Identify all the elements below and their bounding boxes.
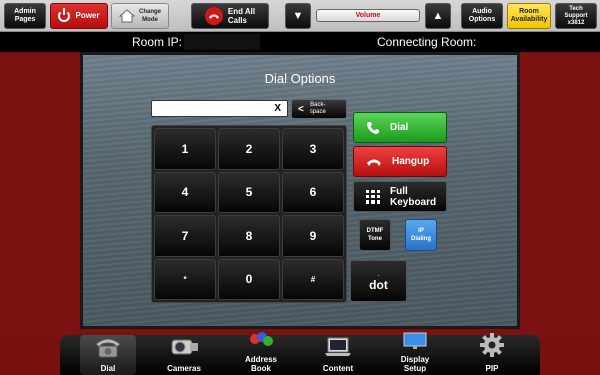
dot-key-symbol: . (377, 270, 380, 278)
room-ip-value (184, 34, 260, 50)
key-star[interactable]: * (154, 258, 216, 300)
dot-key-label: dot (369, 277, 388, 292)
dtmf-tone-button[interactable]: DTMF Tone (359, 219, 391, 251)
phone-icon (367, 121, 379, 134)
nav-dial-label: Dial (100, 364, 116, 373)
status-bar: Room IP: Connecting Room: (0, 32, 600, 52)
volume-slider[interactable]: Volume (316, 9, 420, 22)
key-5[interactable]: 5 (218, 171, 280, 213)
volume-up-button[interactable]: ▲ (425, 3, 451, 29)
nav-address-book[interactable]: Address Book (232, 332, 290, 375)
power-icon (58, 8, 71, 22)
volume-label: Volume (355, 12, 381, 19)
ip-dialing-button[interactable]: IP Dialing (405, 219, 437, 251)
admin-pages-button[interactable]: Admin Pages (4, 3, 46, 29)
camera-icon (171, 339, 198, 355)
nav-content-label: Content (322, 364, 354, 373)
dial-button[interactable]: Dial (353, 112, 447, 143)
key-9[interactable]: 9 (282, 215, 344, 257)
dial-number-input[interactable]: X (151, 100, 288, 117)
power-button[interactable]: Power (50, 3, 108, 29)
nav-display-setup[interactable]: Display Setup (386, 332, 444, 375)
tech-support-button[interactable]: Tech Support x3812 (555, 3, 597, 29)
nav-pip-label: PIP (485, 364, 499, 373)
key-0[interactable]: 0 (218, 258, 280, 300)
bottom-nav: Dial Cameras Address Book Content Displa… (60, 332, 540, 375)
dial-options-panel: Dial Options X < Back- space 1 2 3 4 5 6… (80, 52, 520, 329)
hangup-icon (367, 159, 381, 166)
triangle-down-icon: ▼ (292, 10, 304, 22)
room-availability-label: Room Availability (510, 8, 548, 23)
nav-cameras-label: Cameras (167, 364, 201, 373)
volume-down-button[interactable]: ▼ (285, 3, 311, 29)
full-keyboard-label: Full Keyboard (390, 185, 437, 208)
nav-cameras[interactable]: Cameras (154, 335, 214, 375)
nav-address-book-label: Address Book (244, 355, 277, 373)
key-8[interactable]: 8 (218, 215, 280, 257)
hangup-label: Hangup (392, 156, 430, 167)
admin-pages-label: Admin Pages (14, 8, 36, 23)
audio-options-label: Audio Options (468, 8, 496, 23)
tech-support-label: Tech Support x3812 (564, 5, 588, 26)
house-icon (118, 9, 135, 23)
room-availability-button[interactable]: Room Availability (507, 3, 551, 29)
right-margin (520, 52, 600, 337)
keypad-grid-icon (366, 189, 380, 204)
backspace-label: Back- space (309, 102, 326, 115)
end-all-calls-label: End All Calls (227, 7, 256, 25)
keypad: 1 2 3 4 5 6 7 8 9 * 0 # (151, 125, 347, 303)
gear-icon (480, 333, 504, 357)
contacts-icon (250, 332, 273, 346)
key-hash[interactable]: # (282, 258, 344, 300)
backspace-button[interactable]: < Back- space (291, 99, 347, 119)
telephone-icon (95, 338, 121, 358)
key-1[interactable]: 1 (154, 128, 216, 170)
power-label: Power (75, 11, 100, 20)
top-toolbar: Admin Pages Power Change Mode End All Ca… (0, 0, 600, 32)
nav-dial[interactable]: Dial (80, 335, 136, 375)
connecting-room-label: Connecting Room: (377, 35, 477, 49)
key-3[interactable]: 3 (282, 128, 344, 170)
ip-dialing-label: IP Dialing (410, 228, 431, 242)
chevron-left-icon: < (298, 103, 304, 115)
monitor-icon (403, 332, 427, 349)
change-mode-label: Change Mode (138, 9, 161, 23)
triangle-up-icon: ▲ (432, 10, 444, 22)
dial-label: Dial (390, 122, 409, 133)
hangup-phone-icon (204, 7, 223, 25)
laptop-icon (325, 337, 351, 356)
key-4[interactable]: 4 (154, 171, 216, 213)
room-ip-label: Room IP: (132, 35, 183, 49)
key-6[interactable]: 6 (282, 171, 344, 213)
nav-display-setup-label: Display Setup (400, 355, 430, 373)
left-margin (0, 52, 80, 337)
panel-title: Dial Options (264, 71, 336, 86)
key-2[interactable]: 2 (218, 128, 280, 170)
dtmf-tone-label: DTMF Tone (366, 228, 384, 242)
audio-options-button[interactable]: Audio Options (461, 3, 503, 29)
dot-key[interactable]: . dot (350, 260, 407, 302)
change-mode-button[interactable]: Change Mode (111, 3, 169, 29)
end-all-calls-button[interactable]: End All Calls (191, 3, 269, 29)
key-7[interactable]: 7 (154, 215, 216, 257)
nav-pip[interactable]: PIP (466, 333, 518, 375)
hangup-button[interactable]: Hangup (353, 146, 447, 177)
nav-content[interactable]: Content (310, 335, 366, 375)
clear-input-button[interactable]: X (274, 103, 281, 114)
full-keyboard-button[interactable]: Full Keyboard (353, 181, 447, 212)
